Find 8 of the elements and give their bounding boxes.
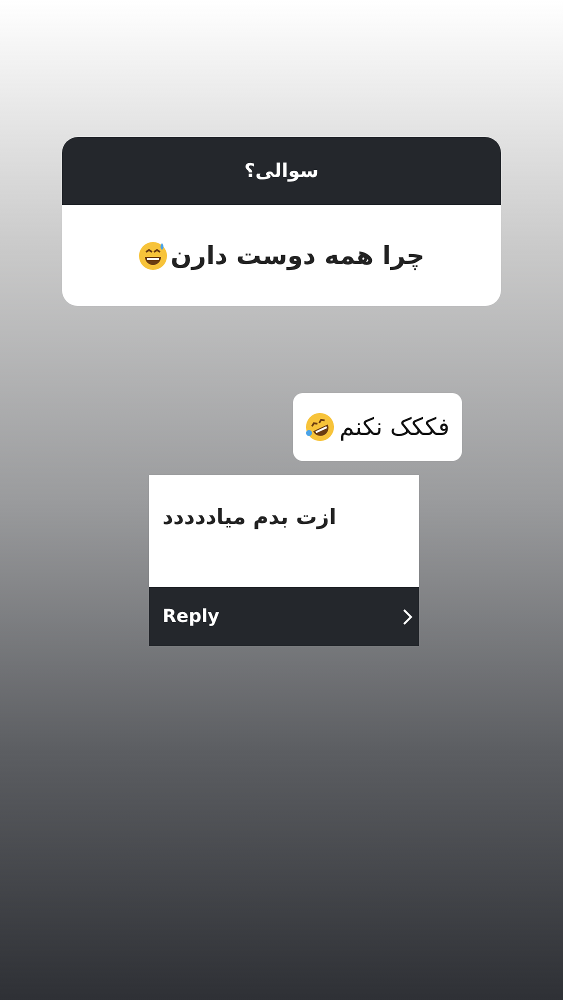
grinning-sweat-face-icon bbox=[138, 240, 168, 270]
laughing-face-icon bbox=[305, 412, 336, 442]
message-text: ازت بدم میاددددد bbox=[162, 505, 336, 529]
answer-text: فککک نکنم bbox=[339, 413, 450, 441]
question-text: چرا همه دوست دارن bbox=[170, 241, 425, 270]
chevron-right-icon bbox=[400, 608, 412, 626]
question-title: سوالی؟ bbox=[244, 160, 319, 182]
reply-button[interactable]: Reply bbox=[148, 587, 418, 646]
